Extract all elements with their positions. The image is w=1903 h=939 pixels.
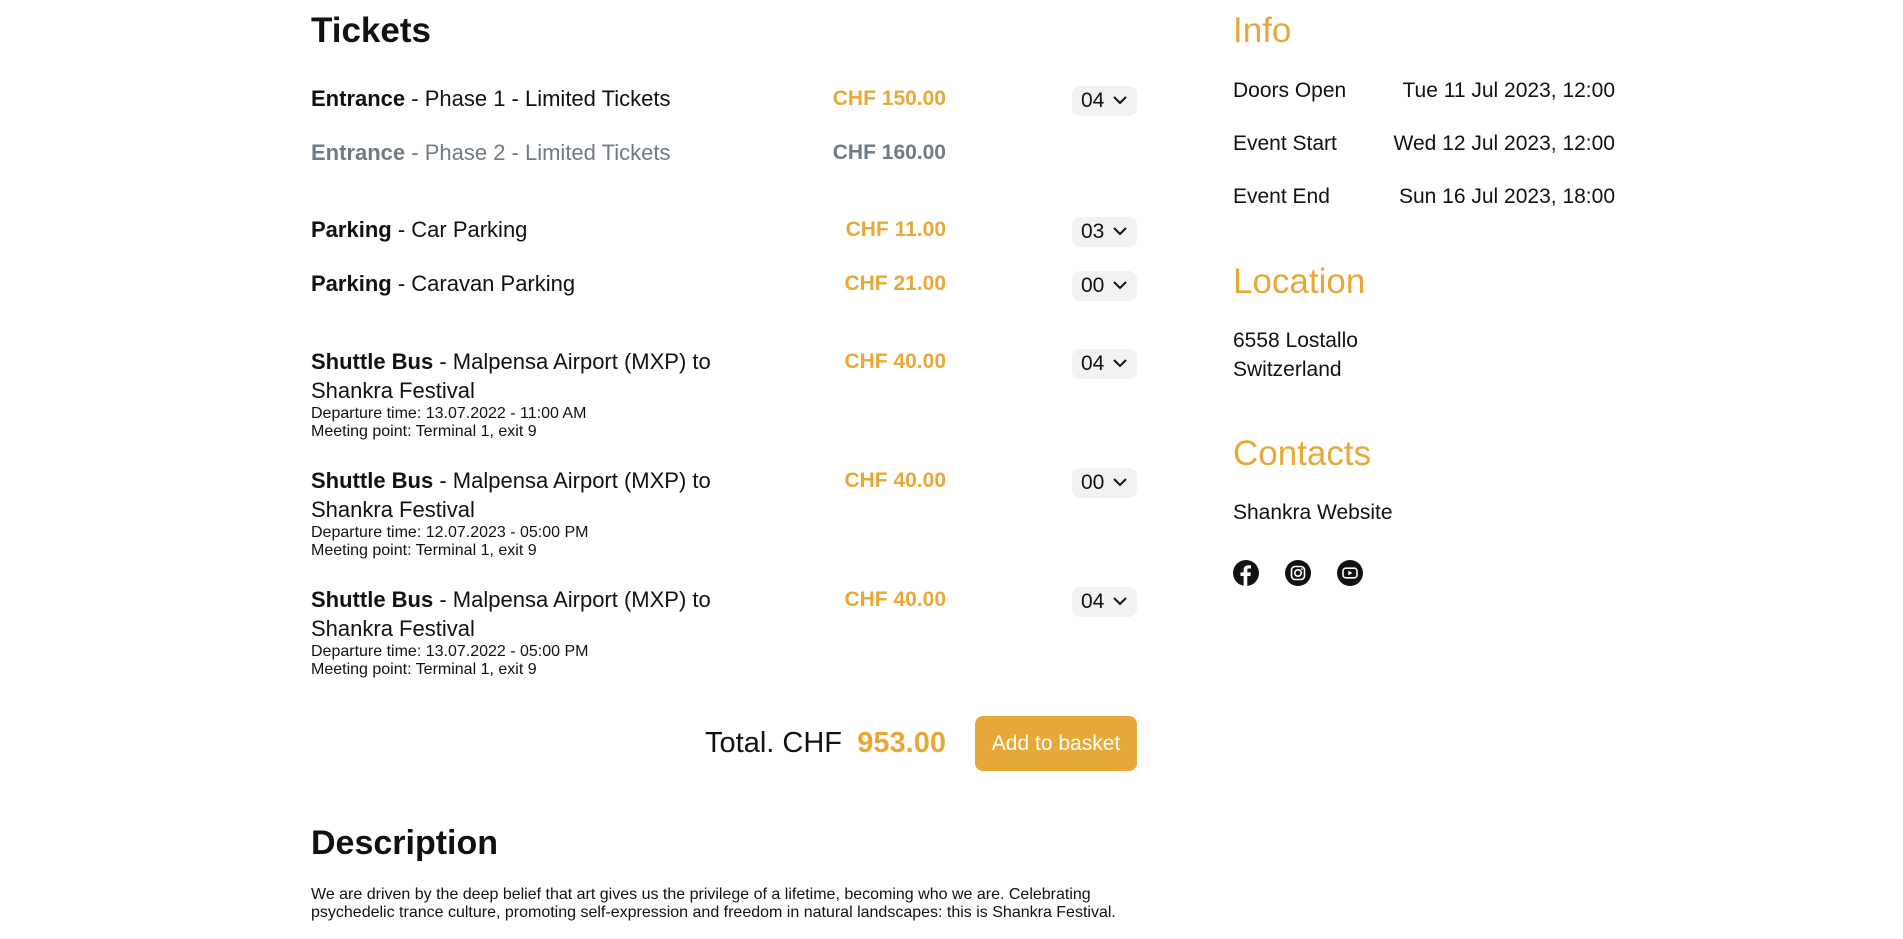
quantity-value: 04 [1081,590,1105,613]
website-link[interactable]: Shankra Website [1233,498,1393,527]
instagram-icon[interactable] [1285,560,1311,586]
contacts-heading: Contacts [1233,434,1372,473]
ticket-category: Parking [311,271,392,296]
ticket-price: CHF 160.00 [832,141,946,164]
quantity-select[interactable]: 00 [1072,468,1137,498]
ticket-price: CHF 11.00 [845,218,946,241]
chevron-down-icon [1113,597,1127,606]
ticket-category: Entrance [311,140,406,165]
total-label: Total. CHF [705,727,842,759]
info-heading: Info [1233,11,1292,50]
ticket-name: Entrance - Phase 2 - Limited Tickets [311,138,781,167]
ticket-meeting-point: Meeting point: Terminal 1, exit 9 [311,542,537,559]
ticket-category: Shuttle Bus [311,468,434,493]
ticket-name: Shuttle Bus - Malpensa Airport (MXP) to … [311,466,781,560]
ticket-title: - Phase 2 - Limited Tickets [405,140,671,165]
location-line1: 6558 Lostallo [1233,329,1358,352]
chevron-down-icon [1113,227,1127,236]
ticket-category: Parking [311,217,392,242]
total-amount: 953.00 [857,727,946,759]
ticket-name: Parking - Caravan Parking [311,269,781,298]
quantity-value: 00 [1081,274,1105,297]
location-address: 6558 Lostallo Switzerland [1233,326,1358,384]
quantity-select[interactable]: 04 [1072,86,1137,116]
quantity-value: 04 [1081,352,1105,375]
chevron-down-icon [1113,359,1127,368]
ticket-price: CHF 40.00 [844,350,946,373]
ticket-name: Entrance - Phase 1 - Limited Tickets [311,84,781,113]
info-label: Event Start [1233,132,1337,155]
ticket-price: CHF 21.00 [844,272,946,295]
ticket-name: Shuttle Bus - Malpensa Airport (MXP) to … [311,585,781,679]
social-links [1233,560,1363,586]
info-label: Doors Open [1233,79,1347,102]
chevron-down-icon [1113,478,1127,487]
ticket-meeting-point: Meeting point: Terminal 1, exit 9 [311,661,537,678]
location-heading: Location [1233,262,1366,301]
description-text: We are driven by the deep belief that ar… [311,886,1116,921]
quantity-value: 00 [1081,471,1105,494]
quantity-select[interactable]: 00 [1072,271,1137,301]
ticket-name: Shuttle Bus - Malpensa Airport (MXP) to … [311,347,781,441]
ticket-departure: Departure time: 13.07.2022 - 11:00 AM [311,405,587,422]
info-value: Sun 16 Jul 2023, 18:00 [1398,185,1615,208]
quantity-select[interactable]: 03 [1072,217,1137,247]
ticket-category: Shuttle Bus [311,587,434,612]
quantity-select[interactable]: 04 [1072,349,1137,379]
total-bar: Total. CHF 953.00 Add to basket [311,716,1137,771]
ticket-title: - Caravan Parking [391,271,576,296]
location-line2: Switzerland [1233,358,1342,381]
info-value: Tue 11 Jul 2023, 12:00 [1402,79,1616,102]
ticket-category: Entrance [311,86,406,111]
quantity-select[interactable]: 04 [1072,587,1137,617]
quantity-value: 04 [1081,89,1105,112]
info-label: Event End [1233,185,1330,208]
ticket-name: Parking - Car Parking [311,215,781,244]
ticket-departure: Departure time: 12.07.2023 - 05:00 PM [311,524,589,541]
ticket-category: Shuttle Bus [311,349,434,374]
ticket-price: CHF 40.00 [844,588,946,611]
add-to-basket-button[interactable]: Add to basket [975,716,1137,771]
ticket-price: CHF 40.00 [844,469,946,492]
chevron-down-icon [1113,281,1127,290]
ticket-title: - Car Parking [391,217,528,242]
info-value: Wed 12 Jul 2023, 12:00 [1393,132,1615,155]
facebook-icon[interactable] [1233,560,1259,586]
ticket-title: - Phase 1 - Limited Tickets [405,86,671,111]
description-heading: Description [311,824,499,862]
ticket-departure: Departure time: 13.07.2022 - 05:00 PM [311,643,589,660]
youtube-icon[interactable] [1337,560,1363,586]
chevron-down-icon [1113,96,1127,105]
tickets-heading: Tickets [311,11,431,50]
ticket-meeting-point: Meeting point: Terminal 1, exit 9 [311,423,537,440]
ticket-price: CHF 150.00 [832,87,946,110]
quantity-value: 03 [1081,220,1105,243]
